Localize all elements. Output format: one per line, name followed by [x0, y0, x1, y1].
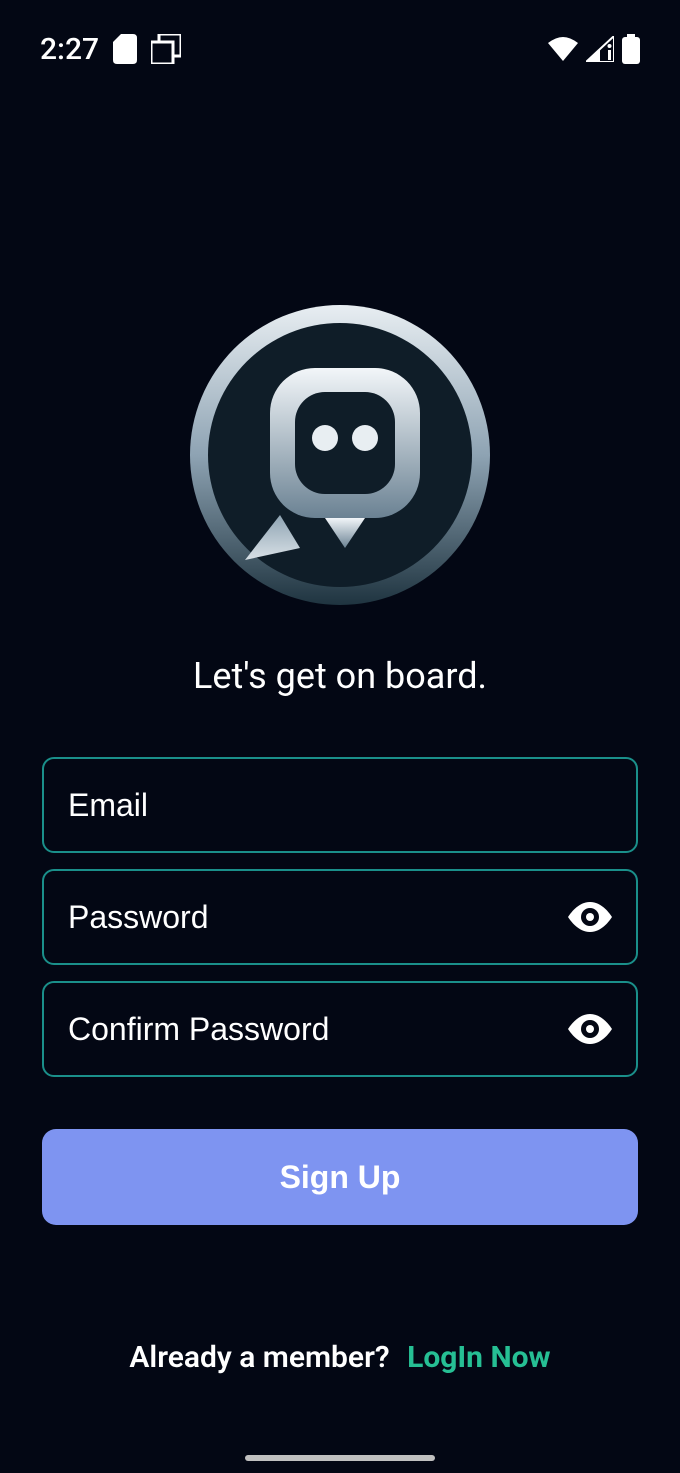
app-logo-container	[0, 300, 680, 610]
navigation-bar	[0, 1443, 680, 1473]
home-handle[interactable]	[245, 1455, 435, 1461]
confirm-password-field-container	[42, 981, 638, 1077]
toggle-confirm-password-visibility-button[interactable]	[568, 1014, 612, 1044]
login-link[interactable]: LogIn Now	[407, 1340, 550, 1375]
status-bar-right	[548, 34, 640, 64]
email-field-container	[42, 757, 638, 853]
app-logo-icon	[185, 300, 495, 610]
battery-icon	[622, 34, 640, 64]
login-prompt-text: Already a member?	[129, 1340, 389, 1375]
signup-form: Sign Up	[0, 697, 680, 1225]
headline-text: Let's get on board.	[0, 655, 680, 697]
confirm-password-field[interactable]	[68, 1011, 568, 1048]
signup-button[interactable]: Sign Up	[42, 1129, 638, 1225]
email-field[interactable]	[68, 787, 612, 824]
password-field-container	[42, 869, 638, 965]
status-bar: 2:27	[0, 0, 680, 70]
eye-icon	[568, 1014, 612, 1044]
copy-icon	[151, 34, 181, 64]
toggle-password-visibility-button[interactable]	[568, 902, 612, 932]
password-field[interactable]	[68, 899, 568, 936]
signal-icon	[586, 36, 614, 62]
login-prompt-row: Already a member? LogIn Now	[0, 1340, 680, 1375]
sd-card-icon	[113, 34, 137, 64]
status-time: 2:27	[40, 32, 99, 67]
status-bar-left: 2:27	[40, 32, 181, 67]
eye-icon	[568, 902, 612, 932]
wifi-icon	[548, 37, 578, 61]
